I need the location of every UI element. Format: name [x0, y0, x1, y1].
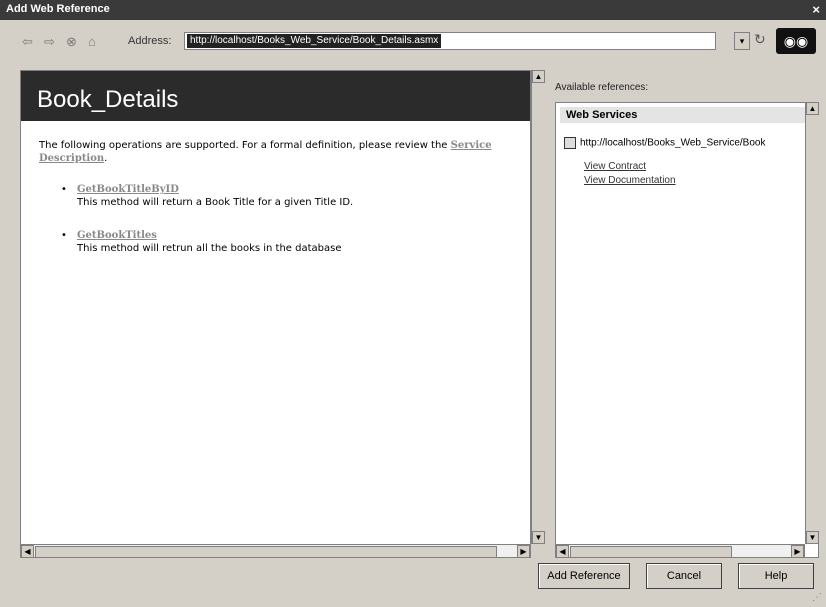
forward-arrow-icon[interactable]: ⇨ — [44, 34, 55, 50]
back-arrow-icon[interactable]: ⇦ — [22, 34, 33, 50]
address-input[interactable]: http://localhost/Books_Web_Service/Book_… — [184, 32, 716, 50]
address-value: http://localhost/Books_Web_Service/Book_… — [187, 34, 442, 48]
scroll-right-button[interactable]: ▶ — [517, 545, 530, 558]
home-icon[interactable]: ⌂ — [88, 34, 96, 49]
available-references-label: Available references: — [555, 82, 649, 93]
scroll-thumb[interactable] — [35, 546, 497, 558]
service-icon — [564, 137, 576, 149]
bullet: • — [61, 230, 67, 241]
web-services-header: Web Services — [560, 107, 806, 123]
intro-text: The following operations are supported. … — [39, 140, 448, 151]
scroll-left-button[interactable]: ◀ — [556, 545, 569, 558]
address-label: Address: — [128, 35, 172, 47]
add-reference-button[interactable]: Add Reference — [538, 563, 630, 589]
references-vertical-scrollbar[interactable]: ▲ ▼ — [805, 102, 820, 544]
view-contract-link[interactable]: View Contract — [584, 161, 646, 172]
service-url: http://localhost/Books_Web_Service/Book — [580, 137, 766, 149]
scroll-left-button[interactable]: ◀ — [21, 545, 34, 558]
page-heading: Book_Details — [21, 71, 530, 121]
window-title: Add Web Reference — [6, 3, 110, 15]
bullet: • — [61, 184, 67, 195]
scroll-up-button[interactable]: ▲ — [806, 102, 819, 115]
navigation-toolbar: ⇦ ⇨ ⊗ ⌂ Address: http://localhost/Books_… — [0, 22, 826, 64]
intro-suffix: . — [104, 153, 108, 164]
browser-horizontal-scrollbar[interactable]: ◀ ▶ — [20, 544, 531, 558]
references-horizontal-scrollbar[interactable]: ◀ ▶ — [555, 544, 805, 558]
references-panel: Web Services http://localhost/Books_Web_… — [555, 102, 819, 558]
operation-link[interactable]: GetBookTitleByID — [77, 183, 497, 196]
cancel-button[interactable]: Cancel — [646, 563, 722, 589]
browser-pane: Book_Details The following operations ar… — [20, 70, 531, 558]
scroll-thumb[interactable] — [570, 546, 732, 558]
intro-paragraph: The following operations are supported. … — [39, 139, 509, 165]
scroll-down-button[interactable]: ▼ — [532, 531, 545, 544]
help-button[interactable]: Help — [738, 563, 814, 589]
close-icon[interactable]: × — [812, 2, 820, 17]
stop-icon[interactable]: ⊗ — [66, 34, 77, 50]
title-bar: Add Web Reference × — [0, 0, 826, 20]
address-dropdown-button[interactable]: ▾ — [734, 32, 750, 50]
scroll-down-button[interactable]: ▼ — [806, 531, 819, 544]
service-entry[interactable]: http://localhost/Books_Web_Service/Book — [564, 137, 765, 149]
resize-grip-icon[interactable]: ⋰ — [812, 592, 822, 603]
view-documentation-link[interactable]: View Documentation — [584, 175, 676, 186]
operation-link[interactable]: GetBookTitles — [77, 229, 497, 242]
operation-description: This method will return a Book Title for… — [77, 197, 354, 208]
go-button[interactable]: ◉◉ — [776, 28, 816, 54]
scroll-right-button[interactable]: ▶ — [791, 545, 804, 558]
operation-description: This method will retrun all the books in… — [77, 243, 342, 254]
scroll-up-button[interactable]: ▲ — [532, 70, 545, 83]
refresh-icon[interactable]: ↻ — [754, 31, 766, 48]
browser-vertical-scrollbar[interactable]: ▲ ▼ — [531, 70, 546, 544]
